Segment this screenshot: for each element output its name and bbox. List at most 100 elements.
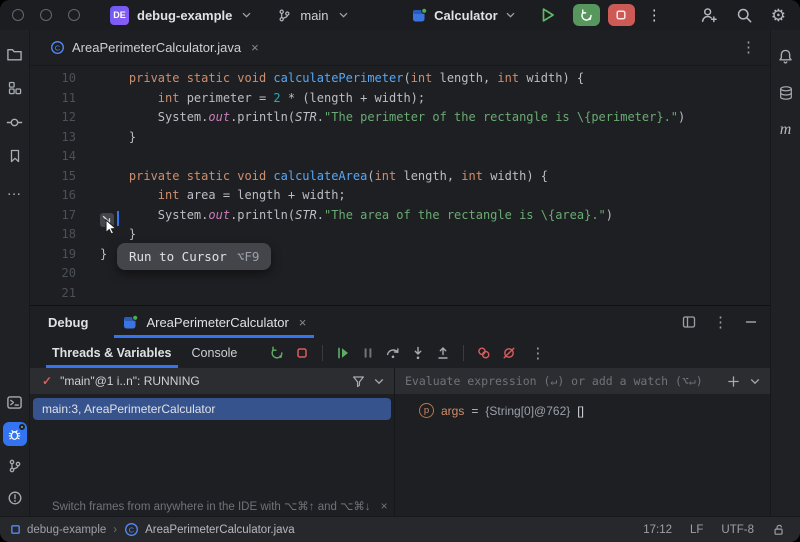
- run-to-cursor-tooltip[interactable]: Run to Cursor ⌥F9: [117, 243, 271, 270]
- window-zoom-button[interactable]: [68, 9, 80, 21]
- commit-tool-button[interactable]: [3, 110, 27, 134]
- code-line[interactable]: 14: [30, 147, 770, 167]
- filter-icon[interactable]: [351, 374, 366, 389]
- stop-button[interactable]: [608, 4, 635, 26]
- settings-gear-icon[interactable]: ⚙: [771, 7, 786, 24]
- code-text[interactable]: [76, 147, 100, 167]
- code-line[interactable]: 16 int area = length + width;: [30, 186, 770, 206]
- close-icon[interactable]: ×: [381, 499, 388, 513]
- stack-frame-row[interactable]: main:3, AreaPerimeterCalculator: [33, 398, 391, 420]
- git-tool-button[interactable]: [3, 454, 27, 478]
- code-text[interactable]: System.out.println(STR."The area of the …: [76, 206, 613, 226]
- code-text[interactable]: private static void calculatePerimeter(i…: [76, 69, 584, 89]
- maven-tool-button[interactable]: m: [774, 118, 798, 142]
- more-tools-button[interactable]: …: [3, 178, 27, 202]
- line-number[interactable]: 16: [30, 186, 76, 206]
- code-line[interactable]: 18 }: [30, 225, 770, 245]
- evaluate-expression-input[interactable]: Evaluate expression (↵) or add a watch (…: [395, 368, 770, 394]
- code-text[interactable]: }: [76, 245, 107, 265]
- thread-status-header[interactable]: ✓ "main"@1 i..n": RUNNING: [30, 368, 394, 394]
- code-editor[interactable]: 10 private static void calculatePerimete…: [30, 66, 770, 305]
- debug-session-tab[interactable]: AreaPerimeterCalculator ×: [114, 306, 314, 338]
- rerun-debug-button[interactable]: [573, 4, 600, 26]
- code-text[interactable]: [76, 264, 100, 284]
- stop-icon[interactable]: [294, 345, 310, 361]
- code-text[interactable]: int area = length + width;: [76, 186, 346, 206]
- step-out-icon[interactable]: [435, 345, 451, 361]
- line-number[interactable]: 12: [30, 108, 76, 128]
- line-number[interactable]: 20: [30, 264, 76, 284]
- add-watch-icon[interactable]: [727, 375, 740, 388]
- run-button[interactable]: [539, 6, 557, 24]
- panel-options-button[interactable]: ⋮: [709, 315, 732, 330]
- debug-panel-title[interactable]: Debug: [48, 315, 88, 330]
- line-number[interactable]: 13: [30, 128, 76, 148]
- hide-panel-icon[interactable]: [744, 315, 758, 329]
- folder-icon: [6, 46, 23, 63]
- line-number[interactable]: 10: [30, 69, 76, 89]
- chevron-down-icon[interactable]: [242, 12, 251, 18]
- editor-tab[interactable]: C AreaPerimeterCalculator.java ×: [40, 30, 269, 65]
- chevron-down-icon[interactable]: [750, 378, 760, 385]
- chevron-down-icon[interactable]: [339, 12, 348, 18]
- pause-icon[interactable]: [360, 345, 376, 361]
- chevron-down-icon[interactable]: [374, 378, 384, 385]
- step-over-icon[interactable]: [385, 345, 401, 361]
- notifications-tool-button[interactable]: [774, 44, 798, 68]
- bookmarks-tool-button[interactable]: [3, 144, 27, 168]
- tab-options-button[interactable]: ⋮: [737, 40, 760, 55]
- tab-threads-variables[interactable]: Threads & Variables: [42, 338, 182, 368]
- debug-tool-button[interactable]: [3, 422, 27, 446]
- line-number[interactable]: 15: [30, 167, 76, 187]
- code-line[interactable]: 17 System.out.println(STR."The area of t…: [30, 206, 770, 226]
- structure-tool-button[interactable]: [3, 76, 27, 100]
- terminal-tool-button[interactable]: [3, 390, 27, 414]
- tab-console[interactable]: Console: [182, 338, 248, 368]
- branch-selector[interactable]: main: [300, 8, 328, 23]
- code-text[interactable]: }: [76, 128, 136, 148]
- line-number[interactable]: 21: [30, 284, 76, 304]
- caret-position[interactable]: 17:12: [643, 524, 672, 536]
- close-icon[interactable]: ×: [251, 40, 259, 55]
- statusbar-project[interactable]: debug-example: [10, 524, 106, 536]
- mute-breakpoints-icon[interactable]: [501, 345, 517, 361]
- project-tool-button[interactable]: [3, 42, 27, 66]
- close-icon[interactable]: ×: [299, 315, 307, 330]
- unlocked-padlock-icon[interactable]: [772, 523, 786, 537]
- code-text[interactable]: private static void calculateArea(int le…: [76, 167, 548, 187]
- code-line[interactable]: 15 private static void calculateArea(int…: [30, 167, 770, 187]
- code-line[interactable]: 21: [30, 284, 770, 304]
- rerun-icon[interactable]: [269, 345, 285, 361]
- statusbar-file[interactable]: C AreaPerimeterCalculator.java: [124, 522, 295, 537]
- code-line[interactable]: 12 System.out.println(STR."The perimeter…: [30, 108, 770, 128]
- more-icon[interactable]: ⋮: [526, 346, 549, 361]
- problems-tool-button[interactable]: [3, 486, 27, 510]
- search-icon[interactable]: [736, 7, 753, 24]
- variable-row[interactable]: p args = {String[0]@762} []: [395, 403, 770, 418]
- view-breakpoints-icon[interactable]: [476, 345, 492, 361]
- window-close-button[interactable]: [12, 9, 24, 21]
- line-number[interactable]: 14: [30, 147, 76, 167]
- project-selector[interactable]: debug-example: [137, 8, 232, 23]
- code-line[interactable]: 10 private static void calculatePerimete…: [30, 69, 770, 89]
- more-actions-button[interactable]: ⋮: [643, 8, 666, 23]
- line-number[interactable]: 19: [30, 245, 76, 265]
- resume-icon[interactable]: [335, 345, 351, 361]
- line-number[interactable]: 11: [30, 89, 76, 109]
- git-branch-icon[interactable]: [277, 8, 292, 23]
- line-number[interactable]: 17: [30, 206, 76, 226]
- add-user-icon[interactable]: [700, 6, 718, 24]
- file-encoding[interactable]: UTF-8: [721, 524, 754, 536]
- window-minimize-button[interactable]: [40, 9, 52, 21]
- run-configuration[interactable]: Calculator: [411, 7, 515, 24]
- code-text[interactable]: int perimeter = 2 * (length + width);: [76, 89, 425, 109]
- layout-settings-icon[interactable]: [681, 314, 697, 330]
- line-separator[interactable]: LF: [690, 524, 703, 536]
- code-text[interactable]: System.out.println(STR."The perimeter of…: [76, 108, 685, 128]
- code-line[interactable]: 11 int perimeter = 2 * (length + width);: [30, 89, 770, 109]
- database-tool-button[interactable]: [774, 81, 798, 105]
- code-text[interactable]: [76, 284, 100, 304]
- line-number[interactable]: 18: [30, 225, 76, 245]
- step-into-icon[interactable]: [410, 345, 426, 361]
- code-line[interactable]: 13 }: [30, 128, 770, 148]
